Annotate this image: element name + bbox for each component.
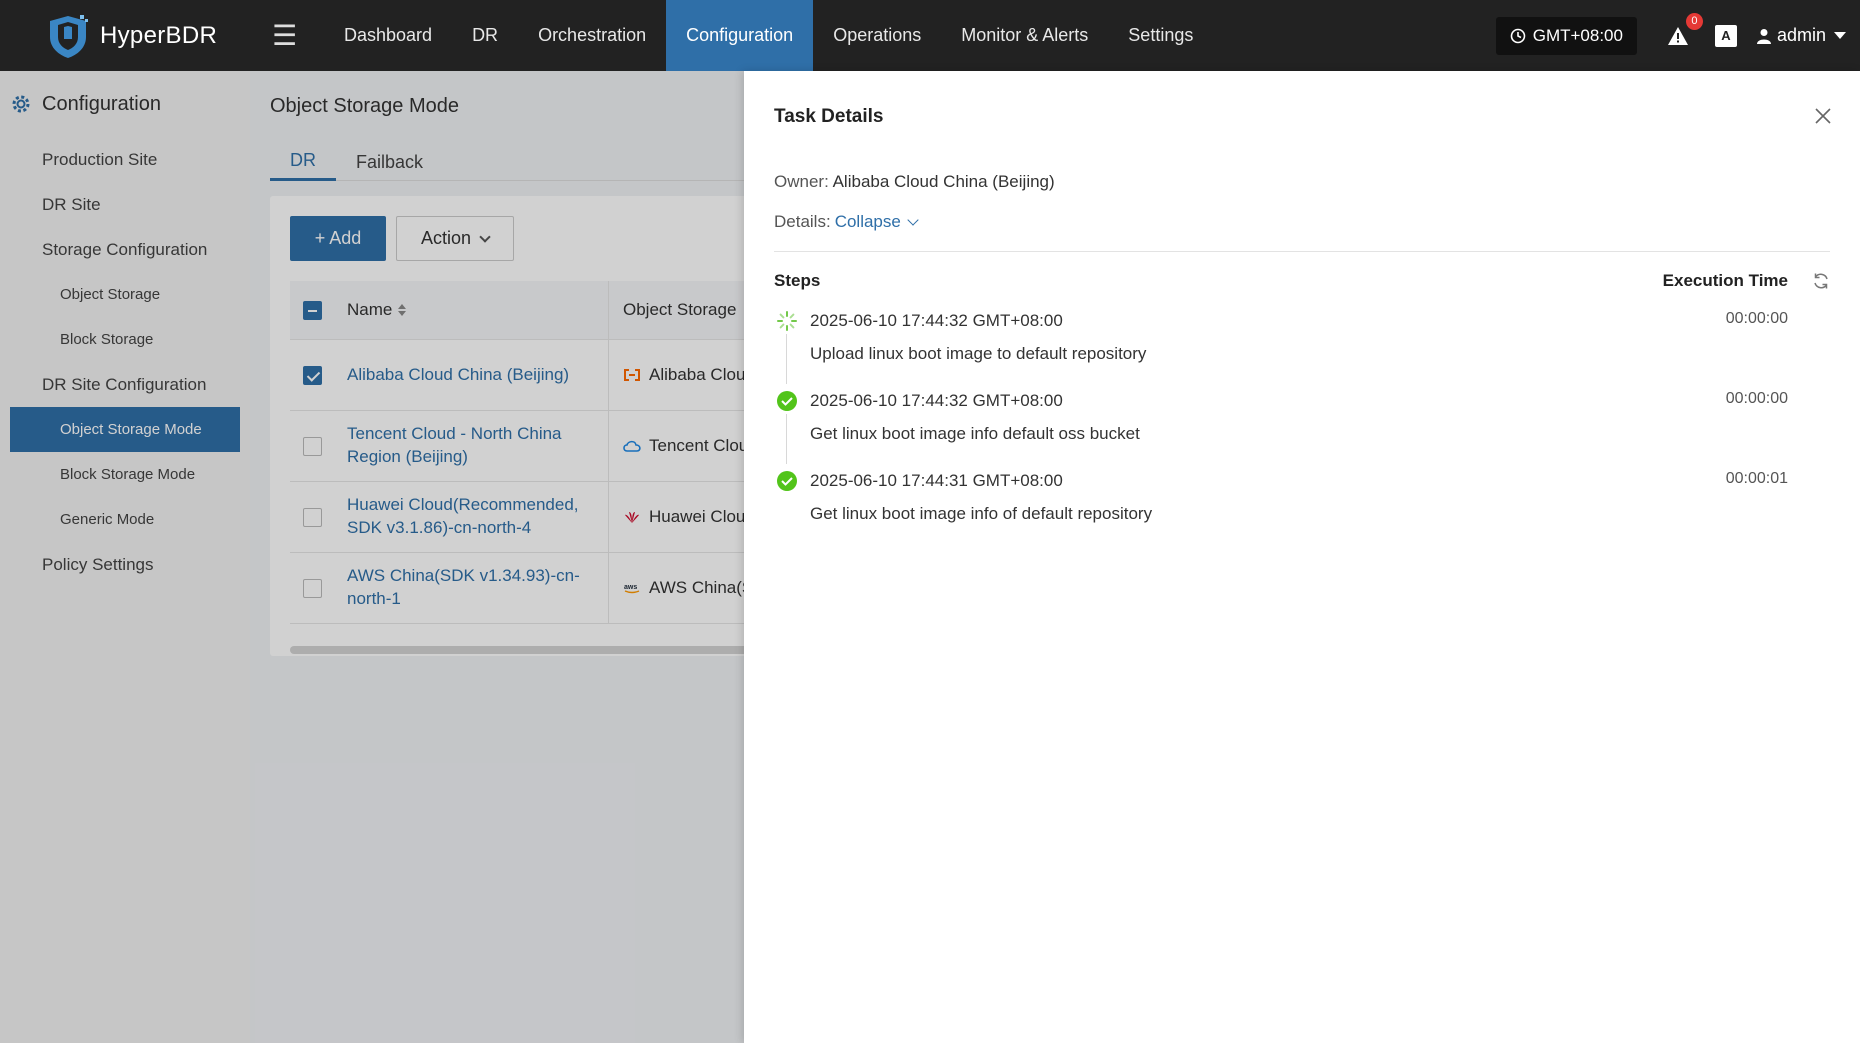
check-circle-icon xyxy=(777,471,797,491)
nav-dr[interactable]: DR xyxy=(452,0,518,71)
check-circle-icon xyxy=(777,391,797,411)
nav-dashboard[interactable]: Dashboard xyxy=(324,0,452,71)
owner-label: Owner: xyxy=(774,172,829,191)
timeline-connector xyxy=(786,414,787,464)
collapse-label: Collapse xyxy=(834,212,901,231)
user-name: admin xyxy=(1776,25,1826,45)
user-menu[interactable]: admin xyxy=(1756,25,1846,46)
warning-icon xyxy=(1667,26,1688,45)
task-details-drawer: Task Details Owner: Alibaba Cloud China … xyxy=(744,71,1860,1043)
collapse-toggle[interactable]: Collapse xyxy=(834,212,919,232)
step-duration: 00:00:01 xyxy=(1725,470,1788,487)
steps-label: Steps xyxy=(774,271,821,290)
caret-down-icon xyxy=(1834,32,1846,39)
drawer-title: Task Details xyxy=(774,106,884,127)
app-name: HyperBDR xyxy=(100,21,218,49)
nav-orchestration[interactable]: Orchestration xyxy=(518,0,666,71)
step-description: Get linux boot image info default oss bu… xyxy=(810,424,1140,443)
step-timestamp: 2025-06-10 17:44:32 GMT+08:00 xyxy=(810,311,1063,330)
steps-header: Steps Execution Time xyxy=(774,266,1830,296)
shield-logo-icon xyxy=(50,14,88,58)
details-label: Details: xyxy=(774,212,831,231)
step-duration: 00:00:00 xyxy=(1725,310,1788,327)
modal-overlay[interactable] xyxy=(0,71,744,1043)
language-switch-icon[interactable]: A xyxy=(1714,24,1737,47)
user-icon xyxy=(1756,28,1771,44)
clock-icon xyxy=(1510,28,1526,43)
nav-configuration[interactable]: Configuration xyxy=(666,0,814,71)
top-bar: HyperBDR ☰ Dashboard DR Orchestration Co… xyxy=(0,0,1860,71)
main-nav: Dashboard DR Orchestration Configuration… xyxy=(324,0,1213,71)
nav-monitor-alerts[interactable]: Monitor & Alerts xyxy=(941,0,1108,71)
hamburger-menu-icon[interactable]: ☰ xyxy=(272,21,302,50)
app-logo[interactable]: HyperBDR xyxy=(0,13,250,59)
timezone-label: GMT+08:00 xyxy=(1532,25,1623,45)
timezone-button[interactable]: GMT+08:00 xyxy=(1495,16,1637,55)
step-timestamp: 2025-06-10 17:44:32 GMT+08:00 xyxy=(810,391,1063,410)
chevron-down-icon xyxy=(907,213,919,226)
owner-value: Alibaba Cloud China (Beijing) xyxy=(832,172,1055,191)
loading-spinner-icon xyxy=(777,311,797,331)
alert-count-badge: 0 xyxy=(1685,12,1703,30)
nav-operations[interactable]: Operations xyxy=(813,0,941,71)
details-line: Details: Collapse xyxy=(774,212,919,232)
close-icon[interactable] xyxy=(1814,107,1832,125)
step-timestamp: 2025-06-10 17:44:31 GMT+08:00 xyxy=(810,471,1063,490)
divider xyxy=(774,251,1830,252)
timeline-connector xyxy=(786,334,787,384)
step-duration: 00:00:00 xyxy=(1725,390,1788,407)
execution-time-label: Execution Time xyxy=(1662,271,1788,290)
alerts-button[interactable]: 0 xyxy=(1665,12,1703,51)
refresh-icon[interactable] xyxy=(1812,272,1830,290)
owner-line: Owner: Alibaba Cloud China (Beijing) xyxy=(774,172,1055,192)
nav-settings[interactable]: Settings xyxy=(1108,0,1213,71)
step-description: Get linux boot image info of default rep… xyxy=(810,504,1153,523)
step-description: Upload linux boot image to default repos… xyxy=(810,344,1147,363)
